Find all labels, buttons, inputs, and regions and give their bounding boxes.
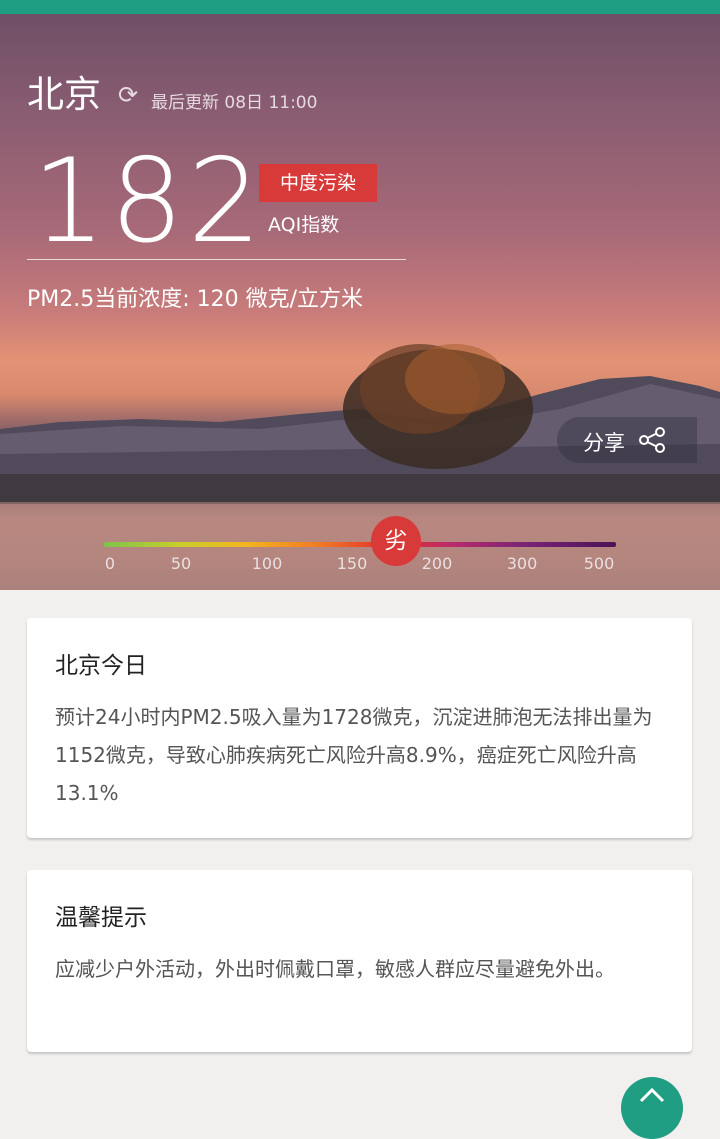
scroll-top-button[interactable]: [621, 1077, 683, 1139]
share-button[interactable]: 分享: [557, 417, 697, 463]
card-title: 温馨提示: [55, 905, 147, 931]
scale-tick: 300: [506, 554, 538, 573]
scale-tick: 150: [336, 554, 368, 573]
hero-background: 北京 ⟳ 最后更新 08日 11:00 182 中度污染 AQI指数 PM2.5…: [0, 14, 720, 590]
status-bar: [0, 0, 720, 14]
scale-tick: 500: [583, 554, 615, 573]
share-icon: [639, 427, 665, 453]
divider: [27, 259, 406, 260]
card-title: 北京今日: [55, 653, 147, 679]
city-name: 北京: [27, 73, 101, 116]
aqi-scale-marker: 劣: [371, 516, 421, 566]
aqi-label: AQI指数: [268, 214, 340, 236]
refresh-icon[interactable]: ⟳: [118, 82, 144, 108]
last-updated: 最后更新 08日 11:00: [151, 93, 318, 113]
aqi-value: 182: [32, 134, 266, 269]
scale-tick: 100: [251, 554, 283, 573]
card-body: 应减少户外活动，外出时佩戴口罩，敏感人群应尽量避免外出。: [55, 957, 615, 981]
pm25-concentration: PM2.5当前浓度: 120 微克/立方米: [27, 287, 364, 312]
tips-card: 温馨提示 应减少户外活动，外出时佩戴口罩，敏感人群应尽量避免外出。: [27, 870, 692, 1052]
aqi-scale-bar: [104, 542, 616, 547]
chevron-up-icon: [639, 1087, 665, 1103]
scale-tick: 50: [170, 554, 192, 573]
today-card: 北京今日 预计24小时内PM2.5吸入量为1728微克，沉淀进肺泡无法排出量为1…: [27, 618, 692, 838]
pollution-level-badge: 中度污染: [259, 164, 377, 202]
scale-tick: 200: [421, 554, 453, 573]
share-label: 分享: [583, 431, 625, 455]
card-body: 预计24小时内PM2.5吸入量为1728微克，沉淀进肺泡无法排出量为1152微克…: [55, 705, 653, 805]
scale-tick: 0: [104, 554, 116, 573]
